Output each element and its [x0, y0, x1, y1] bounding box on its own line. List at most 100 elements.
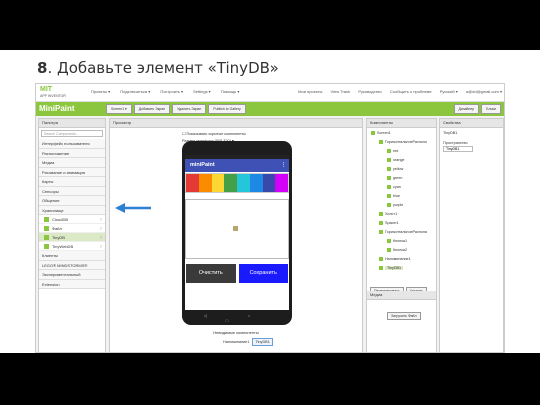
component-icon [371, 131, 375, 136]
component-icon [387, 203, 391, 208]
blocks-button[interactable]: Блоки [481, 104, 501, 114]
color-button-1[interactable] [198, 174, 212, 192]
tree-node[interactable]: Spacer1 [379, 221, 399, 226]
tree-node[interactable]: yellow [387, 167, 403, 172]
components-header: Компоненты [367, 119, 436, 128]
tree-node-label: ГоризонтальноеРасполо [385, 140, 427, 144]
designer-button[interactable]: Дизайнер [453, 104, 480, 114]
link-guide[interactable]: Руководство [358, 89, 381, 94]
category-clients[interactable]: Клиенты [39, 251, 105, 261]
tree-node[interactable]: orange [387, 158, 404, 163]
menu-build[interactable]: Построить ▾ [160, 89, 183, 94]
category-storage[interactable]: Хранилище [39, 205, 105, 215]
link-report-issue[interactable]: Сообщить о проблеме [390, 89, 432, 94]
menu-connect[interactable]: Подключиться ▾ [120, 89, 150, 94]
palette-item-label: TinyWebDB [52, 244, 74, 249]
publish-gallery-button[interactable]: Publish to Gallery [208, 104, 246, 114]
language-select[interactable]: Русский ▾ [440, 89, 458, 94]
tree-node[interactable]: Кнопка2 [387, 248, 408, 253]
tree-node-label: cyan [393, 185, 401, 189]
tree-node[interactable]: blue [387, 194, 400, 199]
tree-node[interactable]: cyan [387, 185, 401, 190]
add-screen-button[interactable]: Добавить Экран [133, 104, 171, 114]
tinywebdb-icon [44, 244, 49, 250]
nonvisible-tinydb[interactable]: TinyDB1 [252, 338, 273, 346]
tree-node[interactable]: red [387, 149, 398, 154]
color-button-5[interactable] [249, 174, 263, 192]
palette-item-tinywebdb[interactable]: TinyWebDB? [39, 242, 105, 251]
show-hidden-checkbox[interactable]: ☐ Показывать скрытые компоненты [182, 131, 362, 136]
remove-screen-button[interactable]: Удалить Экран [172, 104, 207, 114]
phone-nav-keys: ◁ ○ □ [203, 313, 271, 323]
tree-node[interactable]: Холст1 [379, 212, 397, 217]
namespace-input[interactable]: TinyDB1 [443, 146, 473, 152]
top-navigation: MIT APP INVENTOR Проекты ▾ Подключиться … [36, 84, 504, 102]
category-social[interactable]: Общение [39, 196, 105, 206]
pointer-arrow-icon [115, 203, 151, 213]
component-icon [387, 176, 391, 181]
category-experimental[interactable]: Экспериментальный [39, 270, 105, 280]
category-user-interface[interactable]: Интерфейс пользователя [39, 139, 105, 149]
menu-projects[interactable]: Проекты ▾ [91, 89, 110, 94]
tree-node[interactable]: Кнопка1 [387, 239, 407, 244]
palette-item-clouddb[interactable]: CloudDB? [39, 215, 105, 224]
tree-node[interactable]: TinyDB1 [379, 266, 404, 271]
component-icon [379, 140, 383, 145]
category-layout[interactable]: Расположение [39, 148, 105, 158]
project-toolbar: MiniPaint Screen1 ▾ Добавить Экран Удалить… [36, 102, 504, 116]
nonvisible-notifier[interactable]: Напоминание1 [223, 340, 249, 344]
account-menu[interactable]: a@dd@gmail.com ▾ [466, 89, 502, 94]
tree-node[interactable]: purple [387, 203, 403, 208]
help-icon[interactable]: ? [100, 224, 102, 233]
tree-node[interactable]: ГоризонтальноеРасполо [379, 140, 427, 145]
help-icon[interactable]: ? [100, 215, 102, 224]
tree-node[interactable]: Напоминание1 [379, 257, 411, 262]
category-lego[interactable]: LEGO® MINDSTORMS® [39, 260, 105, 270]
menu-settings[interactable]: Settings ▾ [193, 89, 211, 94]
selected-component-name: TinyDB1 [443, 131, 458, 135]
slide: 8. Добавьте элемент «TinyDB» MIT APP INV… [0, 50, 540, 353]
save-button[interactable]: Сохранить [238, 264, 288, 283]
palette-item-file[interactable]: Файл? [39, 224, 105, 233]
color-button-2[interactable] [211, 174, 225, 192]
category-media[interactable]: Медиа [39, 158, 105, 168]
category-extension[interactable]: Extension [39, 279, 105, 289]
link-view-trash[interactable]: View Trash [331, 89, 351, 94]
category-drawing-animation[interactable]: Рисование и анимация [39, 167, 105, 177]
help-icon[interactable]: ? [100, 242, 102, 251]
palette-item-label: Файл [52, 226, 62, 231]
link-my-projects[interactable]: Мои проекты [298, 89, 322, 94]
overflow-menu-icon[interactable]: ⋮ [281, 159, 286, 172]
tree-node-label: Кнопка2 [393, 248, 408, 252]
media-header: Медиа [367, 291, 436, 300]
color-button-7[interactable] [275, 174, 288, 192]
phone-preview: miniPaint ⋮ Очистить Сохранить ◁ ○ □ [182, 141, 292, 325]
tree-node[interactable]: Screen1 [371, 131, 391, 136]
properties-header: Свойства [440, 119, 503, 128]
help-icon[interactable]: ? [100, 233, 102, 242]
upload-file-button[interactable]: Загрузить Файл [387, 312, 421, 320]
component-icon [387, 185, 391, 190]
category-sensors[interactable]: Сенсоры [39, 186, 105, 196]
component-icon [387, 149, 391, 154]
color-button-0[interactable] [186, 174, 199, 192]
palette-search-input[interactable]: Search Components... [41, 130, 103, 137]
slide-heading: 8. Добавьте элемент «TinyDB» [37, 59, 279, 77]
tree-node[interactable]: green [387, 176, 402, 181]
color-button-4[interactable] [237, 174, 250, 192]
mit-logo[interactable]: MIT APP INVENTOR [40, 86, 74, 100]
palette-item-tinydb[interactable]: TinyDB? [39, 233, 105, 242]
menu-help[interactable]: Помощь ▾ [221, 89, 240, 94]
clear-button[interactable]: Очистить [186, 264, 236, 283]
color-buttons-row [185, 173, 289, 193]
color-button-6[interactable] [262, 174, 276, 192]
app-inventor-window: MIT APP INVENTOR Проекты ▾ Подключиться … [35, 83, 505, 353]
category-maps[interactable]: Карты [39, 177, 105, 187]
components-panel: Компоненты Screen1 ГоризонтальноеРасполо r… [366, 118, 437, 352]
color-button-3[interactable] [224, 174, 237, 192]
palette-panel: Палитра Search Components... Интерфейс п… [38, 118, 106, 352]
component-icon [387, 239, 391, 244]
screen-select[interactable]: Screen1 ▾ [106, 104, 132, 114]
tree-node[interactable]: ГоризонтальноеРаспола [379, 230, 427, 235]
drawing-canvas[interactable] [185, 199, 289, 259]
